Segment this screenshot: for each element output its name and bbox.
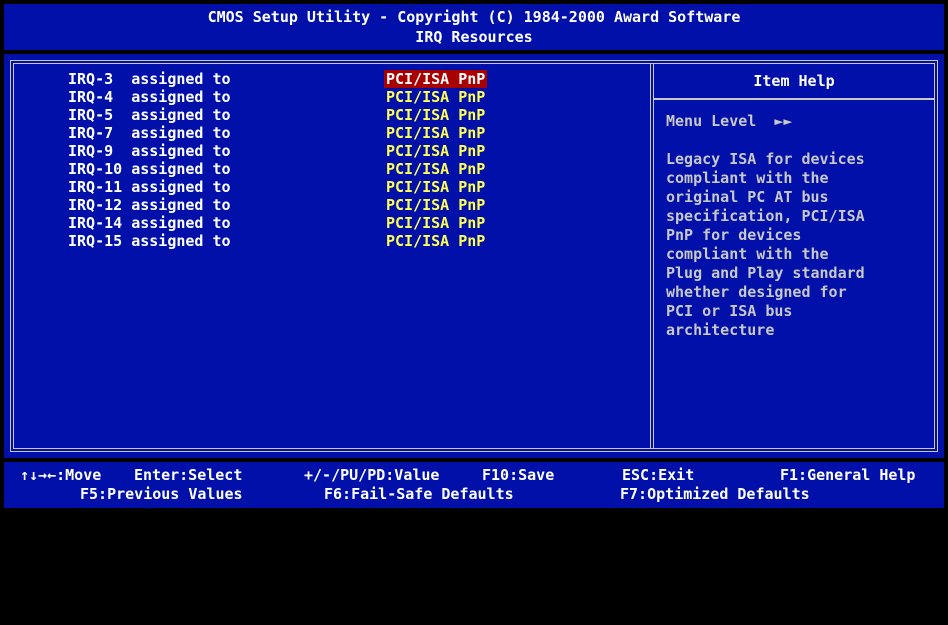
help-line: architecture bbox=[666, 321, 775, 339]
help-line: compliant with the bbox=[666, 245, 829, 263]
setting-value[interactable]: PCI/ISA PnP bbox=[384, 214, 487, 232]
setting-label: IRQ-7 assigned to bbox=[68, 124, 231, 142]
key-fail-safe-defaults: F6:Fail-Safe Defaults bbox=[324, 485, 514, 503]
key-general-help: F1:General Help bbox=[780, 466, 916, 484]
setting-row-irq9[interactable]: IRQ-9 assigned to PCI/ISA PnP bbox=[68, 142, 485, 160]
setting-row-irq3[interactable]: IRQ-3 assigned to PCI/ISA PnP bbox=[68, 70, 488, 88]
help-line: specification, PCI/ISA bbox=[666, 207, 865, 225]
panel-divider bbox=[650, 64, 654, 448]
help-line: PnP for devices bbox=[666, 226, 802, 244]
setting-value[interactable]: PCI/ISA PnP bbox=[384, 196, 487, 214]
bios-screen: CMOS Setup Utility - Copyright (C) 1984-… bbox=[0, 0, 948, 512]
help-line: Plug and Play standard bbox=[666, 264, 865, 282]
settings-list: IRQ-3 assigned to PCI/ISA PnP IRQ-4 assi… bbox=[68, 70, 488, 250]
help-title-divider bbox=[654, 98, 934, 100]
menu-level: Menu Level ►► bbox=[666, 112, 792, 130]
help-line: compliant with the bbox=[666, 169, 829, 187]
key-previous-values: F5:Previous Values bbox=[80, 485, 243, 503]
setting-label: IRQ-3 assigned to bbox=[68, 70, 231, 88]
setting-row-irq15[interactable]: IRQ-15 assigned to PCI/ISA PnP bbox=[68, 232, 485, 250]
setting-label: IRQ-15 assigned to bbox=[68, 232, 231, 250]
setting-row-irq5[interactable]: IRQ-5 assigned to PCI/ISA PnP bbox=[68, 106, 485, 124]
setting-row-irq12[interactable]: IRQ-12 assigned to PCI/ISA PnP bbox=[68, 196, 485, 214]
setting-row-irq4[interactable]: IRQ-4 assigned to PCI/ISA PnP bbox=[68, 88, 485, 106]
item-help-text: Legacy ISA for devices compliant with th… bbox=[666, 150, 928, 340]
help-line: Legacy ISA for devices bbox=[666, 150, 865, 168]
key-value: +/-/PU/PD:Value bbox=[304, 466, 440, 484]
setting-value[interactable]: PCI/ISA PnP bbox=[384, 178, 487, 196]
key-optimized-defaults: F7:Optimized Defaults bbox=[620, 485, 810, 503]
title-bar: CMOS Setup Utility - Copyright (C) 1984-… bbox=[4, 4, 944, 50]
main-panel: IRQ-3 assigned to PCI/ISA PnP IRQ-4 assi… bbox=[4, 54, 944, 458]
menu-level-arrows-icon: ►► bbox=[774, 112, 793, 130]
help-line: PCI or ISA bus bbox=[666, 302, 793, 320]
menu-level-label: Menu Level bbox=[666, 112, 757, 130]
help-line: original PC AT bus bbox=[666, 188, 829, 206]
setting-label: IRQ-12 assigned to bbox=[68, 196, 231, 214]
setting-row-irq10[interactable]: IRQ-10 assigned to PCI/ISA PnP bbox=[68, 160, 485, 178]
setting-label: IRQ-5 assigned to bbox=[68, 106, 231, 124]
setting-value[interactable]: PCI/ISA PnP bbox=[384, 88, 487, 106]
settings-frame: IRQ-3 assigned to PCI/ISA PnP IRQ-4 assi… bbox=[10, 60, 938, 452]
app-title: CMOS Setup Utility - Copyright (C) 1984-… bbox=[207, 8, 741, 26]
key-save: F10:Save bbox=[482, 466, 555, 484]
setting-row-irq7[interactable]: IRQ-7 assigned to PCI/ISA PnP bbox=[68, 124, 485, 142]
key-enter: Enter:Select bbox=[134, 466, 243, 484]
help-line: whether designed for bbox=[666, 283, 847, 301]
key-move: ↑↓→←:Move bbox=[20, 466, 102, 484]
setting-value[interactable]: PCI/ISA PnP bbox=[384, 160, 487, 178]
setting-row-irq11[interactable]: IRQ-11 assigned to PCI/ISA PnP bbox=[68, 178, 485, 196]
setting-value[interactable]: PCI/ISA PnP bbox=[384, 106, 487, 124]
setting-row-irq14[interactable]: IRQ-14 assigned to PCI/ISA PnP bbox=[68, 214, 485, 232]
setting-value[interactable]: PCI/ISA PnP bbox=[384, 124, 487, 142]
setting-label: IRQ-9 assigned to bbox=[68, 142, 231, 160]
key-legend-line-2: F5:Previous Values F6:Fail-Safe Defaults… bbox=[4, 484, 944, 504]
setting-label: IRQ-11 assigned to bbox=[68, 178, 231, 196]
setting-value[interactable]: PCI/ISA PnP bbox=[384, 142, 487, 160]
item-help-title: Item Help bbox=[753, 72, 835, 90]
setting-label: IRQ-14 assigned to bbox=[68, 214, 231, 232]
page-title: IRQ Resources bbox=[415, 28, 533, 46]
setting-label: IRQ-10 assigned to bbox=[68, 160, 231, 178]
key-exit: ESC:Exit bbox=[622, 466, 695, 484]
key-legend: ↑↓→←:Move Enter:Select +/-/PU/PD:Value F… bbox=[4, 462, 944, 508]
key-legend-line-1: ↑↓→←:Move Enter:Select +/-/PU/PD:Value F… bbox=[4, 465, 944, 485]
setting-value[interactable]: PCI/ISA PnP bbox=[384, 232, 487, 250]
setting-label: IRQ-4 assigned to bbox=[68, 88, 231, 106]
setting-value-selected[interactable]: PCI/ISA PnP bbox=[384, 70, 488, 88]
